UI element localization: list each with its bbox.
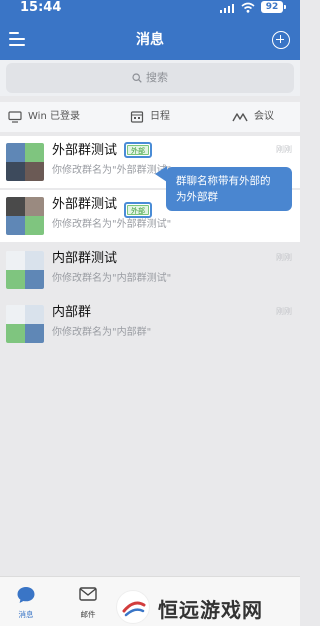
group-avatar [6,251,44,289]
quick-link-label: 会议 [254,111,274,122]
meeting-icon [232,113,248,122]
callout-line: 群聊名称带有外部的 [176,175,271,187]
calendar-icon [130,111,144,123]
conversation-preview: 你修改群名为"内部群" [52,327,152,338]
conversation-name: 外部群测试 [52,197,118,212]
quick-links-bar: Win 已登录 日程 会议 [0,102,300,132]
add-icon[interactable] [272,31,290,49]
quick-link-win-login[interactable]: Win 已登录 [8,109,88,125]
mail-icon [79,587,97,601]
battery-indicator: 92 [261,1,286,13]
external-tag-label: 外部 [127,145,149,155]
conversation-preview: 你修改群名为"内部群测试" [52,273,172,284]
external-tag: 外部 [124,202,152,218]
tab-label: 消息 [18,610,34,619]
search-placeholder: 搜索 [146,71,168,84]
status-bar: 15:44 92 [0,0,300,20]
message-bubble-icon [17,587,35,603]
status-time: 15:44 [20,0,62,15]
cellular-signal-icon [220,4,234,13]
quick-link-label: Win 已登录 [28,111,80,122]
search-input[interactable]: 搜索 [6,63,294,93]
watermark: 恒远游戏网 [100,586,300,626]
conversation-name: 内部群 [52,305,92,320]
group-avatar [6,143,44,181]
conversation-row[interactable]: 内部群 你修改群名为"内部群" 刚刚 [0,298,300,350]
watermark-logo-icon [116,590,150,624]
group-avatar [6,197,44,235]
quick-link-meeting[interactable]: 会议 [232,109,282,125]
conversation-name: 内部群测试 [52,251,118,266]
conversation-row[interactable]: 内部群测试 你修改群名为"内部群测试" 刚刚 [0,244,300,296]
conversation-preview: 你修改群名为"外部群测试" [52,165,172,176]
quick-link-label: 日程 [150,111,170,122]
group-avatar [6,305,44,343]
external-tag-label: 外部 [127,205,149,215]
external-tag: 外部 [124,142,152,158]
wifi-icon [241,2,255,13]
tab-messages[interactable]: 消息 [6,577,46,626]
search-icon [132,65,142,83]
page-title: 消息 [136,32,164,48]
conversation-name: 外部群测试 [52,143,118,158]
app-header: 15:44 92 消息 [0,0,300,60]
conversation-preview: 你修改群名为"外部群测试" [52,219,172,230]
callout-line: 为外部群 [176,191,218,203]
conversation-time: 刚刚 [276,253,292,262]
quick-link-calendar[interactable]: 日程 [130,109,180,125]
annotation-callout: 群聊名称带有外部的 为外部群 [166,167,292,211]
search-bar: 搜索 [0,60,300,96]
monitor-icon [8,111,22,123]
watermark-text: 恒远游戏网 [158,598,263,622]
conversation-time: 刚刚 [276,307,292,316]
conversation-time: 刚刚 [276,145,292,154]
